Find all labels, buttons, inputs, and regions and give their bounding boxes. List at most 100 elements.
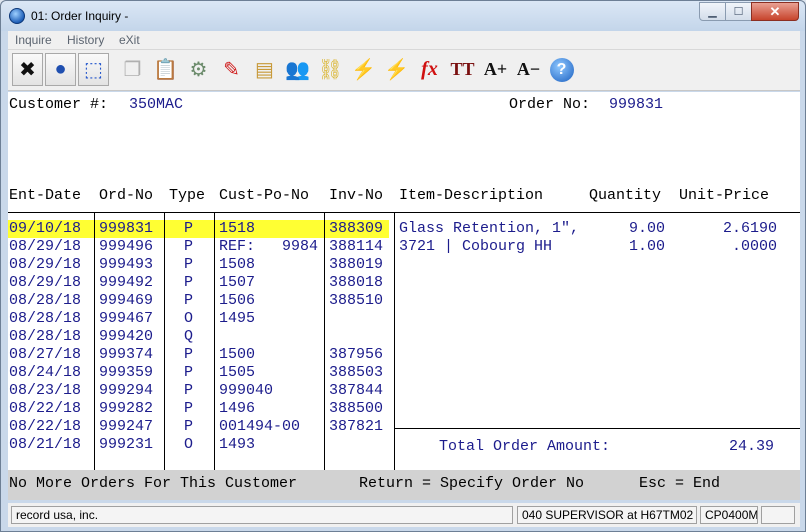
run-script-button[interactable]: ⚡ [381, 53, 412, 86]
minimize-button[interactable]: ▁ [699, 2, 726, 21]
copy-icon: ❐ [123, 59, 142, 81]
order-row-type: Q [184, 328, 194, 345]
select-area-button[interactable]: ⬚ [78, 53, 109, 86]
order-row-cust-po: 1495 [219, 310, 256, 327]
increase-font-button[interactable]: A+ [480, 53, 511, 86]
order-row-ord-no: 999420 [99, 328, 154, 345]
order-row-inv-no[interactable]: 388309 [329, 220, 383, 238]
users-button[interactable]: 👥 [282, 53, 313, 86]
decrease-font-button[interactable]: A− [513, 53, 544, 86]
lightning-button[interactable]: ⚡ [348, 53, 379, 86]
col-quantity: Quantity [589, 187, 662, 204]
item-quantity: 9.00 [629, 220, 666, 237]
order-row-ent-date: 08/28/18 [9, 310, 82, 327]
status-bar: record usa, inc. 040 SUPERVISOR at H67TM… [8, 503, 800, 527]
order-row-cust-po: 001494-00 [219, 418, 301, 435]
minimize-icon: ▁ [708, 6, 717, 18]
order-row-inv-no: 387844 [329, 382, 384, 399]
order-row-ord-no: 999294 [99, 382, 154, 399]
order-row-ord-no: 999467 [99, 310, 154, 327]
item-description: Glass Retention, 1", [399, 220, 580, 237]
customer-label: Customer #: [9, 96, 109, 113]
order-row-ord-no: 999493 [99, 256, 154, 273]
order-row-ent-date[interactable]: 09/10/18 [9, 220, 81, 238]
order-row-inv-no: 387956 [329, 346, 384, 363]
close-x-icon: ✖ [19, 59, 36, 81]
increase-font-icon: A+ [483, 59, 508, 79]
order-row-ent-date: 08/22/18 [9, 418, 82, 435]
order-row-type: O [184, 436, 194, 453]
order-row-ent-date: 08/29/18 [9, 256, 82, 273]
order-row-type: P [184, 274, 194, 291]
order-row-inv-no: 388018 [329, 274, 384, 291]
order-row-inv-no: 388114 [329, 238, 384, 255]
globe-icon: ● [54, 58, 67, 80]
company-name: record usa, inc. [11, 506, 513, 524]
menu-inquire[interactable]: Inquire [15, 33, 52, 47]
close-window-button[interactable]: ✕ [751, 2, 799, 21]
function-fx-icon: fx [421, 58, 438, 80]
order-row-type: P [184, 418, 194, 435]
edit-pencil-button[interactable]: ✎ [216, 53, 247, 86]
return-hint: Return = Specify Order No [359, 475, 585, 492]
notes-icon: ▤ [255, 59, 274, 81]
customer-number: 350MAC [129, 96, 184, 113]
link-chain-icon: ⛓ [317, 59, 344, 81]
paste-button[interactable]: 📋 [150, 53, 181, 86]
order-row-ord-no: 999496 [99, 238, 154, 255]
resize-grip[interactable] [761, 506, 795, 524]
application-window: 01: Order Inquiry - ▁ ☐ ✕ Inquire Histor… [0, 0, 806, 532]
order-row-ord-no[interactable]: 999831 [99, 220, 153, 238]
notes-button[interactable]: ▤ [249, 53, 280, 86]
lightning-icon: ⚡ [351, 59, 376, 81]
order-no-value: 999831 [609, 96, 664, 113]
menu-exit[interactable]: eXit [119, 33, 140, 47]
select-area-icon: ⬚ [84, 59, 103, 81]
order-row-type: P [184, 364, 194, 381]
order-row-type: P [184, 382, 194, 399]
order-row-type: O [184, 310, 194, 327]
col-divider-1 [94, 212, 95, 470]
order-row-ent-date: 08/23/18 [9, 382, 82, 399]
maximize-button[interactable]: ☐ [725, 2, 752, 21]
font-style-button[interactable]: TT [447, 53, 478, 86]
order-row-cust-po[interactable]: 1518 [219, 220, 255, 238]
font-style-icon: TT [450, 59, 475, 79]
header-divider [8, 212, 800, 213]
run-script-icon: ⚡ [384, 59, 409, 81]
order-row-type: P [184, 346, 194, 363]
copy-button[interactable]: ❐ [117, 53, 148, 86]
globe-button[interactable]: ● [45, 53, 76, 86]
order-row-ord-no: 999247 [99, 418, 154, 435]
order-row-cust-po: 999040 [219, 382, 274, 399]
settings-gear-button[interactable]: ⚙ [183, 53, 214, 86]
order-row-inv-no: 388503 [329, 364, 384, 381]
function-fx-button[interactable]: fx [414, 53, 445, 86]
esc-hint: Esc = End [639, 475, 721, 492]
col-inv-no: Inv-No [329, 187, 384, 204]
window-title: 01: Order Inquiry - [31, 9, 129, 23]
order-row-inv-no: 387821 [329, 418, 384, 435]
app-globe-icon [9, 8, 25, 24]
order-row-ord-no: 999359 [99, 364, 154, 381]
help-button[interactable]: ? [546, 53, 577, 86]
paste-icon: 📋 [153, 59, 178, 81]
order-row-ent-date: 08/27/18 [9, 346, 82, 363]
col-divider-5 [394, 212, 395, 470]
order-row-ent-date: 08/28/18 [9, 328, 82, 345]
item-quantity: 1.00 [629, 238, 666, 255]
close-x-button[interactable]: ✖ [12, 53, 43, 86]
settings-gear-icon: ⚙ [189, 59, 208, 81]
menu-bar: Inquire History eXit [8, 31, 800, 50]
order-row-ent-date: 08/21/18 [9, 436, 82, 453]
order-row-type[interactable]: P [184, 220, 193, 238]
order-row-cust-po: 1500 [219, 346, 256, 363]
toolbar: ✖ ● ⬚ ❐ 📋 ⚙ ✎ ▤ 👥 ⛓ ⚡ ⚡ fx TT A+ A−? [8, 50, 800, 91]
item-unit-price: 2.6190 [722, 220, 777, 237]
title-bar[interactable]: 01: Order Inquiry - ▁ ☐ ✕ [1, 1, 805, 31]
item-description: 3721 | Cobourg HH [399, 238, 553, 255]
order-row-cust-po: 1507 [219, 274, 256, 291]
order-row-cust-po: 1493 [219, 436, 256, 453]
link-chain-button[interactable]: ⛓ [315, 53, 346, 86]
menu-history[interactable]: History [67, 33, 104, 47]
